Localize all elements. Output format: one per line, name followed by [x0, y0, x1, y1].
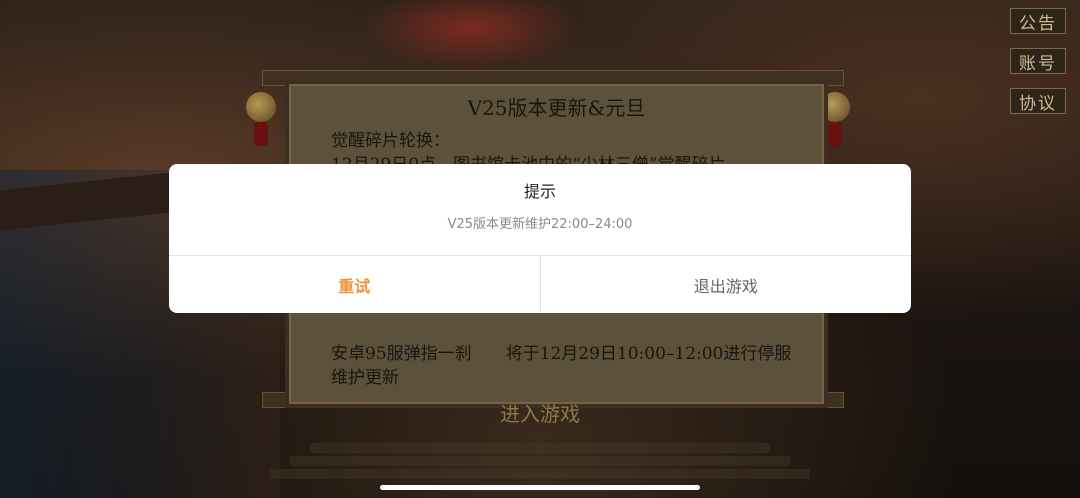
notice-button[interactable]: 公告 — [1010, 8, 1066, 34]
enter-game-button[interactable]: 进入游戏 — [490, 398, 590, 426]
dialog-message: V25版本更新维护22:00–24:00 — [447, 217, 633, 232]
agreement-button[interactable]: 协议 — [1010, 88, 1066, 114]
right-menu: 公告 账号 协议 — [1010, 8, 1066, 114]
footer-fine-print — [270, 440, 810, 482]
tassel-decoration — [254, 122, 268, 146]
account-button[interactable]: 账号 — [1010, 48, 1066, 74]
dialog-title: 提示 — [523, 182, 556, 201]
dialog-button-row: 重试 退出游戏 — [169, 256, 911, 313]
alert-dialog: 提示 V25版本更新维护22:00–24:00 重试 退出游戏 — [169, 164, 911, 313]
announcement-section-heading: 觉醒碎片轮换： — [331, 131, 450, 151]
announcement-title: V25版本更新&元旦 — [467, 96, 646, 120]
retry-button[interactable]: 重试 — [169, 256, 540, 313]
quit-game-button[interactable]: 退出游戏 — [539, 256, 912, 313]
background-kite — [360, 0, 580, 70]
tassel-decoration — [828, 122, 842, 146]
bell-icon — [246, 92, 276, 122]
maintenance-notice: 安卓95服弹指一刹 将于12月29日10:00–12:00进行停服维护更新 — [331, 344, 792, 388]
home-indicator[interactable] — [380, 485, 700, 490]
